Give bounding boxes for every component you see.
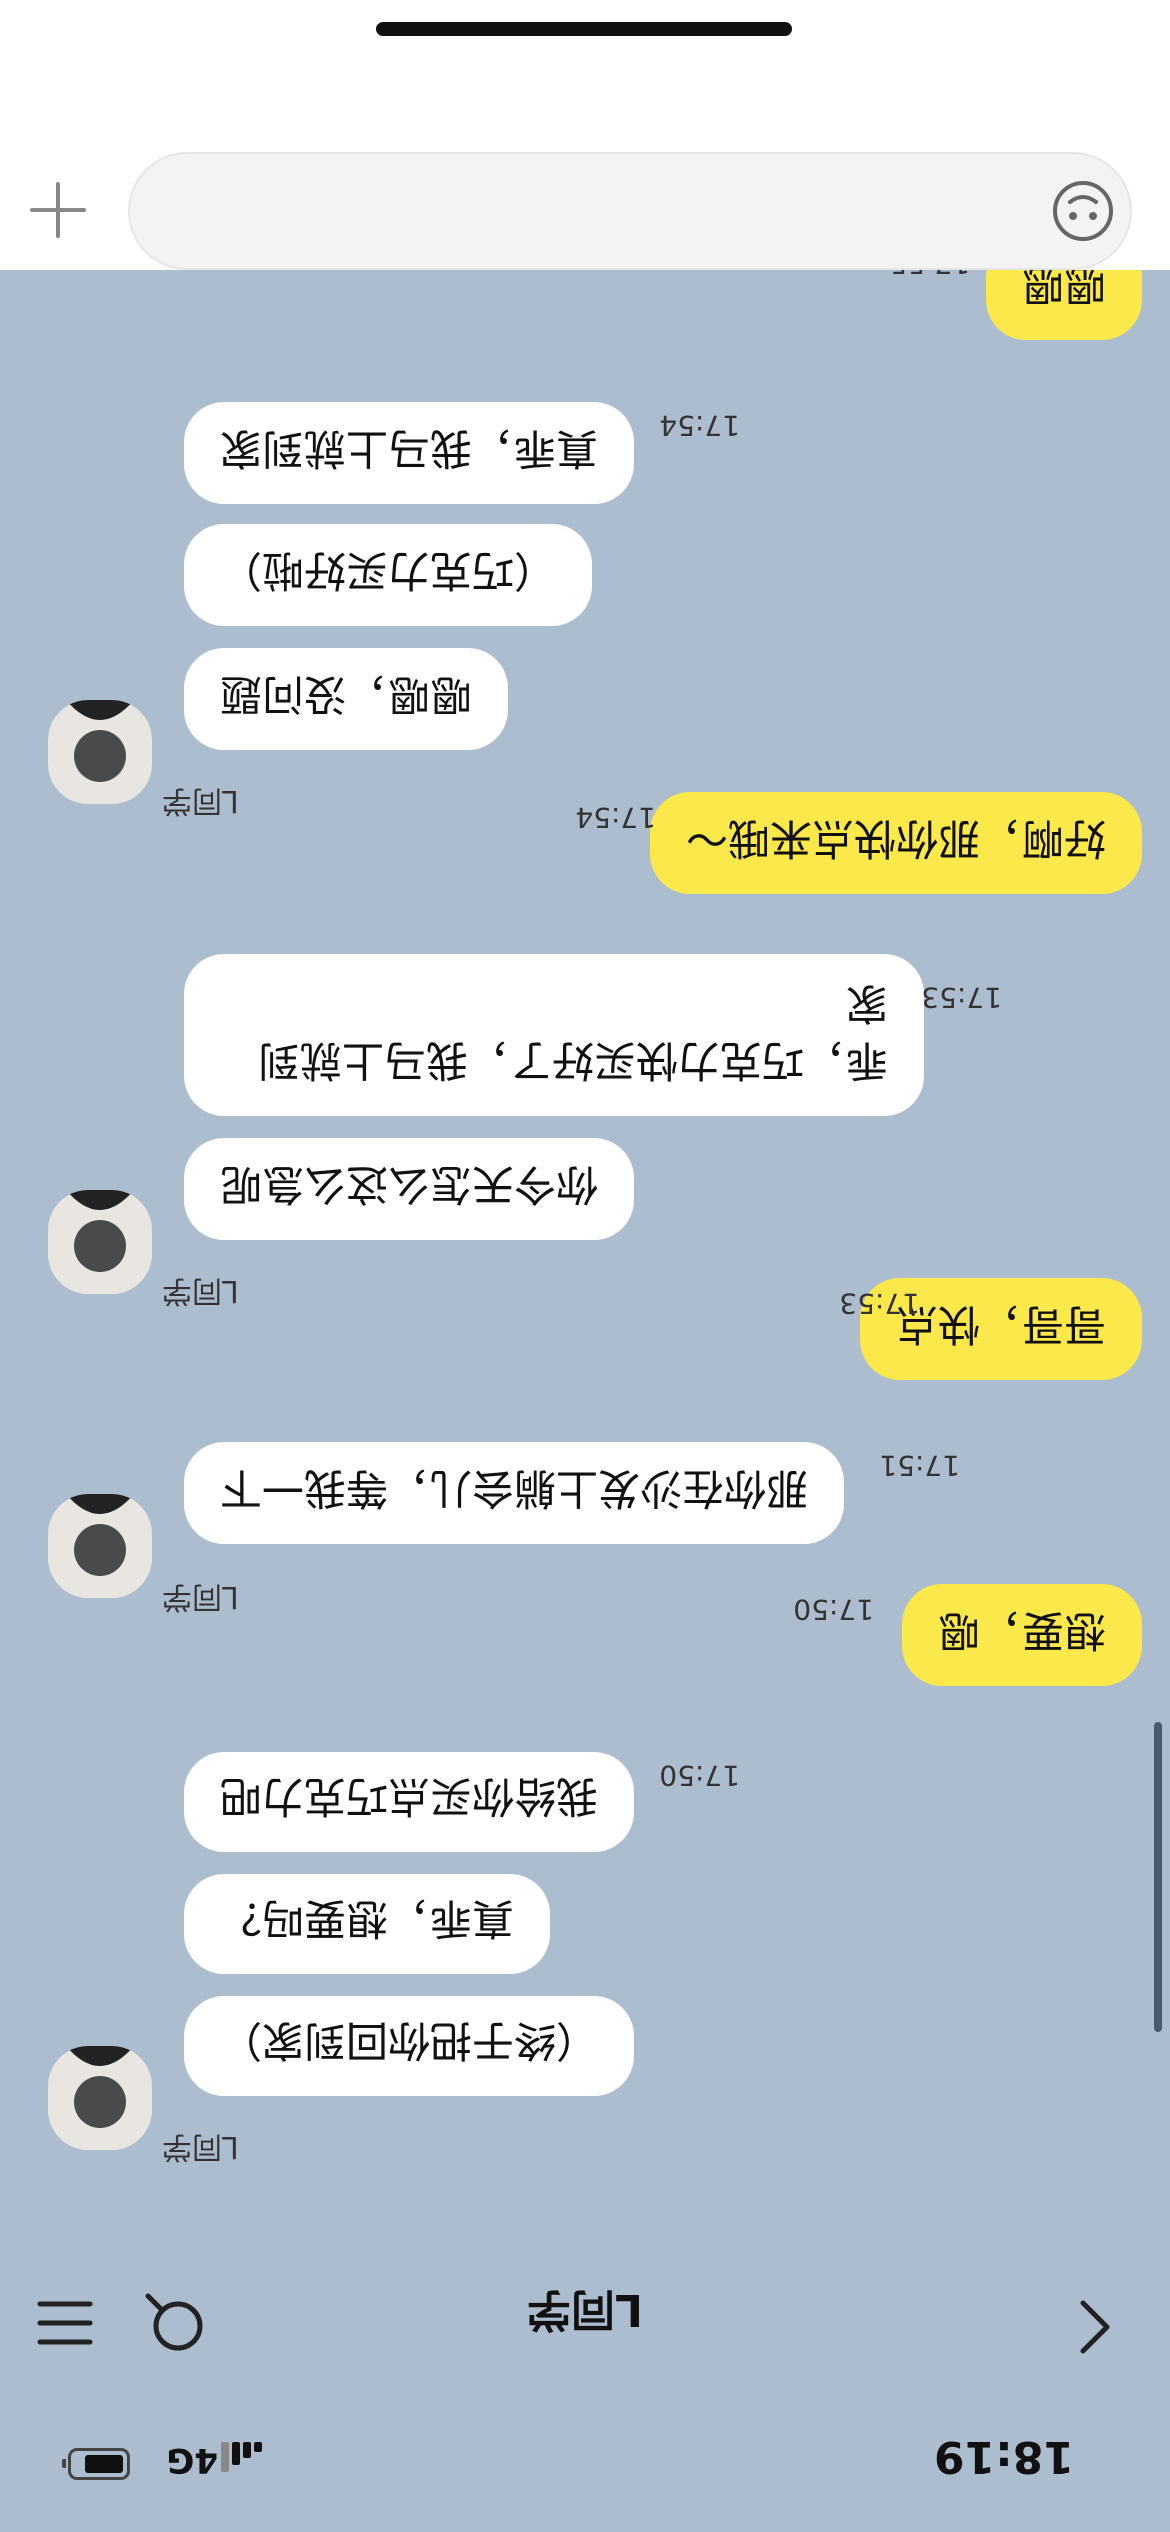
message-text: 家 bbox=[845, 979, 888, 1029]
input-bar bbox=[0, 0, 1170, 270]
plus-icon bbox=[30, 182, 86, 238]
message-bubble[interactable]: 嗯嗯，没问题 bbox=[184, 648, 509, 750]
status-bar: 18:19 4G bbox=[0, 2392, 1170, 2532]
avatar[interactable] bbox=[48, 1190, 152, 1294]
message-time: 17:53 bbox=[921, 981, 1002, 1014]
message-bubble[interactable]: 好啊，那你快点来哦～ bbox=[649, 792, 1142, 894]
message-list[interactable]: L同学 （终于把你回到家） 真乖，想要吗？ 我给你买点巧克力吧 17:50 想要… bbox=[0, 233, 1170, 2262]
message-text: 乖，巧克力快买好了，我马上就到 bbox=[257, 1036, 888, 1085]
network-type: 4G bbox=[166, 2440, 218, 2480]
message-bubble[interactable]: 那你在沙发上躺会儿，等我一下 bbox=[184, 1442, 845, 1544]
menu-button[interactable] bbox=[30, 2288, 100, 2358]
message-bubble[interactable]: （巧克力买好啦） bbox=[184, 524, 593, 626]
message-bubble[interactable]: 想要，嗯 bbox=[901, 1584, 1142, 1686]
emoji-button[interactable] bbox=[1048, 176, 1118, 246]
chat-screen: 18:19 4G L同学 L同学 （终于把你回到家） 真乖，想要吗？ 我给你买点 bbox=[0, 0, 1170, 2532]
sender-name: L同学 bbox=[162, 1579, 239, 1614]
avatar[interactable] bbox=[48, 1494, 152, 1598]
message-bubble[interactable]: （终于把你回到家） bbox=[184, 1996, 635, 2096]
message-bubble[interactable]: 真乖，想要吗？ bbox=[184, 1874, 551, 1974]
avatar[interactable] bbox=[48, 2046, 152, 2150]
message-time: 17:50 bbox=[793, 1593, 874, 1626]
avatar[interactable] bbox=[48, 700, 152, 804]
message-time: 17:53 bbox=[839, 1287, 920, 1320]
emoji-icon bbox=[1053, 181, 1113, 241]
search-button[interactable] bbox=[140, 2288, 210, 2358]
sender-name: L同学 bbox=[162, 1273, 239, 1308]
add-attachment-button[interactable] bbox=[28, 180, 88, 240]
nav-bar: L同学 bbox=[0, 2262, 1170, 2392]
search-icon bbox=[145, 2293, 203, 2351]
menu-icon bbox=[37, 2301, 93, 2345]
message-time: 17:54 bbox=[575, 801, 656, 834]
message-bubble[interactable]: 乖，巧克力快买好了，我马上就到 家 bbox=[184, 954, 924, 1116]
message-bubble[interactable]: 我给你买点巧克力吧 bbox=[184, 1752, 635, 1852]
status-time: 18:19 bbox=[933, 2431, 1074, 2482]
battery-icon bbox=[62, 2448, 130, 2480]
message-bubble[interactable]: 真乖，我马上就到家 bbox=[184, 402, 635, 504]
sender-name: L同学 bbox=[162, 783, 239, 818]
message-time: 17:54 bbox=[659, 409, 740, 442]
home-indicator bbox=[376, 22, 792, 36]
signal-icon bbox=[221, 2442, 262, 2476]
message-time: 17:51 bbox=[879, 1449, 960, 1482]
message-bubble[interactable]: 你今天怎么这么急呢 bbox=[184, 1138, 635, 1240]
message-time: 17:50 bbox=[659, 1759, 740, 1792]
sender-name: L同学 bbox=[162, 2129, 239, 2164]
scrollbar[interactable] bbox=[1154, 1722, 1162, 2032]
message-input[interactable] bbox=[128, 152, 1132, 270]
